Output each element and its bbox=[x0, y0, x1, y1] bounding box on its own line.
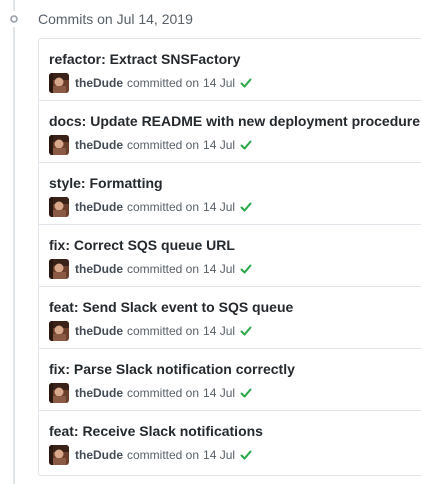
commit-meta: theDude committed on 14 Jul bbox=[49, 445, 421, 465]
commit-title-link[interactable]: feat: Receive Slack notifications bbox=[49, 422, 421, 440]
commit-item: feat: Receive Slack notifications theDud… bbox=[39, 410, 421, 472]
check-icon[interactable] bbox=[240, 387, 252, 399]
committed-text: committed on bbox=[127, 76, 200, 90]
commit-item: style: Formatting theDude committed on 1… bbox=[39, 162, 421, 224]
commit-group-title: Commits on Jul 14, 2019 bbox=[38, 11, 193, 27]
commit-title-link[interactable]: refactor: Extract SNSFactory bbox=[49, 50, 421, 68]
commit-item: refactor: Extract SNSFactory theDude com… bbox=[39, 39, 421, 100]
committed-text: committed on bbox=[127, 262, 200, 276]
commit-title-link[interactable]: style: Formatting bbox=[49, 174, 421, 192]
commit-item: fix: Parse Slack notification correctly … bbox=[39, 348, 421, 410]
avatar[interactable] bbox=[49, 445, 69, 465]
commit-date: 14 Jul bbox=[203, 262, 236, 276]
avatar[interactable] bbox=[49, 73, 69, 93]
commit-meta: theDude committed on 14 Jul bbox=[49, 135, 421, 155]
commit-date: 14 Jul bbox=[203, 76, 236, 90]
commit-meta: theDude committed on 14 Jul bbox=[49, 321, 421, 341]
commit-title-link[interactable]: fix: Correct SQS queue URL bbox=[49, 236, 421, 254]
avatar[interactable] bbox=[49, 135, 69, 155]
commit-meta: theDude committed on 14 Jul bbox=[49, 259, 421, 279]
commit-date: 14 Jul bbox=[203, 386, 236, 400]
check-icon[interactable] bbox=[240, 77, 252, 89]
commit-item: docs: Update README with new deployment … bbox=[39, 100, 421, 162]
commit-author-link[interactable]: theDude bbox=[75, 448, 123, 462]
commit-item: fix: Correct SQS queue URL theDude commi… bbox=[39, 224, 421, 286]
commit-author-link[interactable]: theDude bbox=[75, 138, 123, 152]
avatar[interactable] bbox=[49, 321, 69, 341]
commit-meta: theDude committed on 14 Jul bbox=[49, 73, 421, 93]
committed-text: committed on bbox=[127, 138, 200, 152]
committed-text: committed on bbox=[127, 324, 200, 338]
check-icon[interactable] bbox=[240, 325, 252, 337]
check-icon[interactable] bbox=[240, 449, 252, 461]
commit-author-link[interactable]: theDude bbox=[75, 262, 123, 276]
commit-meta: theDude committed on 14 Jul bbox=[49, 383, 421, 403]
commit-group-header: Commits on Jul 14, 2019 bbox=[0, 0, 421, 38]
avatar[interactable] bbox=[49, 197, 69, 217]
committed-text: committed on bbox=[127, 386, 200, 400]
commit-date: 14 Jul bbox=[203, 324, 236, 338]
check-icon[interactable] bbox=[240, 201, 252, 213]
timeline-line bbox=[13, 0, 15, 484]
commit-author-link[interactable]: theDude bbox=[75, 76, 123, 90]
avatar[interactable] bbox=[49, 259, 69, 279]
commit-author-link[interactable]: theDude bbox=[75, 324, 123, 338]
commit-meta: theDude committed on 14 Jul bbox=[49, 197, 421, 217]
check-icon[interactable] bbox=[240, 263, 252, 275]
check-icon[interactable] bbox=[240, 139, 252, 151]
commit-date: 14 Jul bbox=[203, 448, 236, 462]
commit-title-link[interactable]: docs: Update README with new deployment … bbox=[49, 112, 421, 130]
avatar[interactable] bbox=[49, 383, 69, 403]
commit-date: 14 Jul bbox=[203, 200, 236, 214]
commit-author-link[interactable]: theDude bbox=[75, 200, 123, 214]
commit-author-link[interactable]: theDude bbox=[75, 386, 123, 400]
commit-date: 14 Jul bbox=[203, 138, 236, 152]
commit-title-link[interactable]: feat: Send Slack event to SQS queue bbox=[49, 298, 421, 316]
git-commit-icon bbox=[6, 11, 22, 27]
commit-title-link[interactable]: fix: Parse Slack notification correctly bbox=[49, 360, 421, 378]
commit-item: feat: Send Slack event to SQS queue theD… bbox=[39, 286, 421, 348]
committed-text: committed on bbox=[127, 448, 200, 462]
committed-text: committed on bbox=[127, 200, 200, 214]
commit-list: refactor: Extract SNSFactory theDude com… bbox=[38, 38, 421, 476]
